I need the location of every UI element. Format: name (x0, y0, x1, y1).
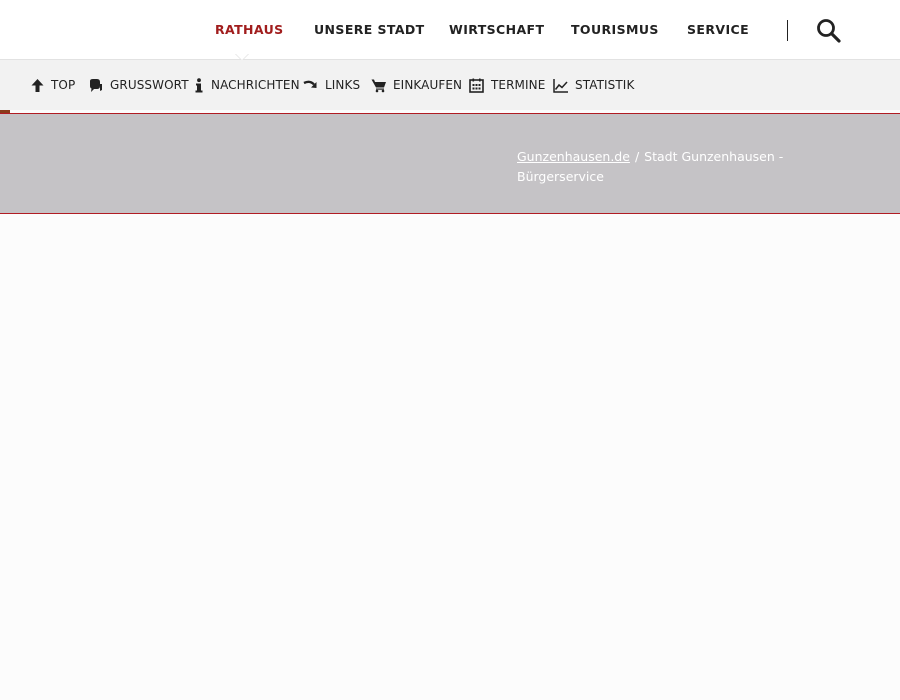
subnav-item-nachrichten[interactable]: NACHRICHTEN (193, 77, 300, 93)
breadcrumb: Gunzenhausen.de / Stadt Gunzenhausen - Bür… (517, 147, 817, 187)
breadcrumb-separator: / (634, 149, 640, 164)
page-header-band: Gunzenhausen.de / Stadt Gunzenhausen - Bür… (0, 113, 900, 214)
nav-divider (787, 20, 788, 41)
calendar-icon (469, 78, 484, 93)
subnav-label-links: LINKS (325, 78, 361, 92)
info-icon (195, 77, 203, 92)
breadcrumb-home-link[interactable]: Gunzenhausen.de (517, 149, 630, 164)
subnav-item-termine[interactable]: TERMINE (469, 77, 545, 93)
nav-item-wirtschaft[interactable]: WIRTSCHAFT (449, 22, 544, 37)
subnav-item-grusswort[interactable]: GRUSSWORT (88, 77, 189, 93)
subnav-label-nachrichten: NACHRICHTEN (211, 78, 300, 92)
chart-line-icon (553, 78, 568, 93)
subnav-label-statistik: STATISTIK (575, 78, 635, 92)
search-button[interactable] (815, 17, 843, 45)
redirect-arrow-icon (303, 80, 317, 88)
top-navigation-bar: RATHAUS UNSERE STADT WIRTSCHAFT TOURISMU… (0, 0, 900, 60)
nav-item-unsere-stadt[interactable]: UNSERE STADT (314, 22, 425, 37)
nav-item-service[interactable]: SERVICE (687, 22, 749, 37)
arrow-up-icon (31, 78, 44, 92)
nav-item-rathaus[interactable]: RATHAUS (215, 22, 284, 37)
speech-bubble-icon (90, 78, 102, 92)
subnav-label-einkaufen: EINKAUFEN (393, 78, 463, 92)
nav-item-tourismus[interactable]: TOURISMUS (571, 22, 659, 37)
subnav-label-top: TOP (51, 78, 76, 92)
subnav-label-grusswort: GRUSSWORT (110, 78, 189, 92)
subnav-item-links[interactable]: LINKS (303, 77, 360, 93)
subnav-item-statistik[interactable]: STATISTIK (553, 77, 634, 93)
subnav-item-einkaufen[interactable]: EINKAUFEN (371, 77, 462, 93)
shopping-cart-icon (371, 79, 386, 92)
main-content-area (0, 214, 900, 700)
main-nav: RATHAUS UNSERE STADT WIRTSCHAFT TOURISMU… (0, 0, 900, 59)
active-nav-caret (235, 53, 249, 60)
secondary-nav-bar: TOP GRUSSWORT NACHRICHTEN LINKS EINKAUFE… (0, 60, 900, 110)
search-icon (817, 19, 841, 43)
subnav-label-termine: TERMINE (491, 78, 546, 92)
subnav-item-top[interactable]: TOP (30, 77, 75, 93)
